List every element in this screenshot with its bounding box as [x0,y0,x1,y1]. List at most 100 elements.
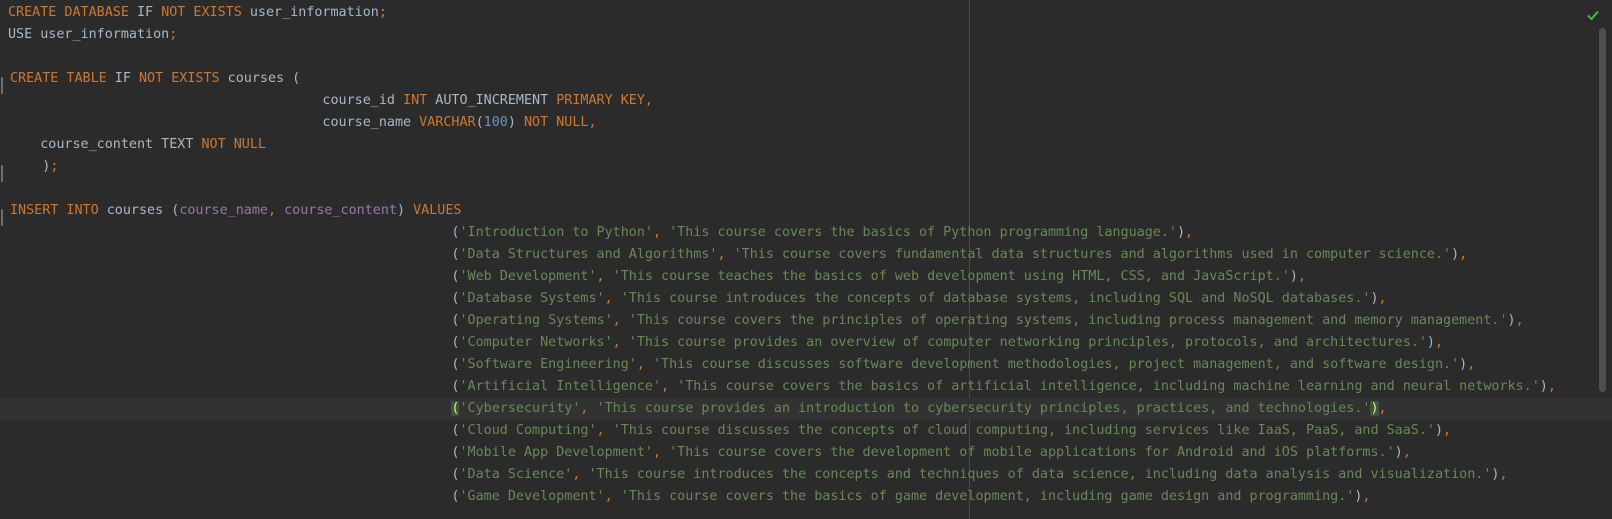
code-token: ( [8,291,460,306]
code-token: 'This course covers the basics of artifi… [677,379,1540,394]
code-line[interactable]: ('Mobile App Development', 'This course … [8,442,1582,464]
code-token: , [1459,247,1468,262]
code-token: 'This course discusses the concepts of c… [612,423,1435,438]
code-token: ) [1459,357,1468,372]
code-token: ; [169,27,178,42]
check-icon[interactable] [1586,8,1600,22]
code-token: 'This course covers the development of m… [669,445,1395,460]
code-token: ( [8,335,460,350]
code-line[interactable]: ('Game Development', 'This course covers… [8,486,1582,508]
code-token: 'This course discusses software developm… [652,357,1460,372]
code-line[interactable]: ('Web Development', 'This course teaches… [8,266,1582,288]
code-token: , [1402,445,1411,460]
code-token: 'Data Science' [459,467,573,482]
code-line[interactable]: course_name VARCHAR(100) NOT NULL, [8,112,1582,134]
code-token: NOT NULL [523,115,589,130]
code-line[interactable]: ('Cybersecurity', 'This course provides … [0,398,1612,420]
code-token: 'This course covers the principles of op… [628,313,1508,328]
code-token: CREATE DATABASE [8,5,129,20]
code-token: ) [1289,269,1298,284]
code-line[interactable]: INSERT INTO courses (course_name, course… [1,200,1582,226]
code-token: , [661,379,678,394]
code-line[interactable]: course_content TEXT NOT NULL [8,134,1582,156]
code-lines[interactable]: CREATE DATABASE IF NOT EXISTS user_infor… [0,2,1612,508]
code-editor[interactable]: CREATE DATABASE IF NOT EXISTS user_infor… [0,0,1612,519]
code-token: ) [1426,335,1435,350]
code-line[interactable]: ('Cloud Computing', 'This course discuss… [8,420,1582,442]
code-token: 'This course covers fundamental data str… [733,247,1452,262]
code-line[interactable]: ('Data Structures and Algorithms', 'This… [8,244,1582,266]
code-line[interactable] [8,46,1582,68]
code-token: NOT EXISTS [139,71,220,86]
code-token: ( [8,423,460,438]
code-token: , [636,357,653,372]
fold-marker-icon[interactable] [1,77,3,94]
code-line[interactable]: ('Software Engineering', 'This course di… [8,354,1582,376]
code-token: 'This course introduces the concepts of … [620,291,1371,306]
code-token: course_name [179,203,268,218]
code-token: PRIMARY KEY [556,93,645,108]
code-line[interactable]: CREATE DATABASE IF NOT EXISTS user_infor… [8,2,1582,24]
code-token: NOT NULL [201,137,266,152]
code-token: , [1378,291,1387,306]
vertical-scrollbar[interactable] [1599,28,1606,392]
code-token: 'Game Development' [459,489,605,504]
code-token: ) [507,115,524,130]
code-token: , [268,203,285,218]
code-token: ( [8,489,460,504]
code-token: VALUES [413,203,462,218]
code-line[interactable]: ); [1,156,1582,182]
code-token: AUTO_INCREMENT [427,93,557,108]
code-token: , [1434,335,1444,350]
code-token: ) [397,203,414,218]
code-token: ) [1434,423,1444,438]
code-line[interactable] [8,178,1582,200]
code-token: ) [1370,401,1379,416]
code-token: ( [8,269,460,284]
code-line[interactable]: USE user_information; [8,24,1582,46]
code-token: 'This course introduces the concepts and… [588,467,1492,482]
code-token: ( [475,115,484,130]
code-token: course_id [8,93,404,108]
code-token: ; [50,159,59,174]
code-token: , [1362,489,1371,504]
code-token: IF [128,5,162,20]
code-token: , [604,291,621,306]
code-token: ( [8,225,460,240]
code-token: ; [378,5,387,20]
code-token: courses ( [219,71,301,86]
code-token: CREATE TABLE [10,71,107,86]
code-token: , [644,93,653,108]
code-line[interactable]: ('Introduction to Python', 'This course … [8,222,1582,244]
code-token: 'This course provides an overview of com… [628,335,1427,350]
code-token: 'Computer Networks' [459,335,613,350]
fold-marker-icon[interactable] [1,209,3,226]
code-token: 'This course provides an introduction to… [596,401,1371,416]
code-token: 'Data Structures and Algorithms' [459,247,718,262]
code-line[interactable]: ('Data Science', 'This course introduces… [8,464,1582,486]
code-token: ) [1394,445,1403,460]
code-token: 'Cloud Computing' [459,423,597,438]
fold-marker-icon[interactable] [1,165,3,182]
code-token: , [596,269,613,284]
code-line[interactable]: ('Operating Systems', 'This course cover… [8,310,1582,332]
code-token: , [652,445,670,460]
code-token: IF [106,71,139,86]
code-line[interactable]: CREATE TABLE IF NOT EXISTS courses ( [1,68,1582,94]
code-token: ( [8,357,460,372]
code-line[interactable]: course_id INT AUTO_INCREMENT PRIMARY KEY… [8,90,1582,112]
code-token: , [1378,401,1387,416]
code-token: ) [1451,247,1460,262]
code-token: USE user_information [8,27,170,42]
code-token: 'Cybersecurity' [459,401,581,416]
code-token: , [588,115,597,130]
code-token: ) [1370,291,1379,306]
code-token: ) [1507,313,1516,328]
code-line[interactable]: ('Database Systems', 'This course introd… [8,288,1582,310]
code-token: , [1515,313,1524,328]
code-token: 'This course teaches the basics of web d… [612,269,1290,284]
code-line[interactable]: ('Computer Networks', 'This course provi… [8,332,1582,354]
code-token: 'This course covers the basics of game d… [620,489,1355,504]
code-line[interactable]: ('Artificial Intelligence', 'This course… [8,376,1582,398]
code-token: , [612,313,629,328]
